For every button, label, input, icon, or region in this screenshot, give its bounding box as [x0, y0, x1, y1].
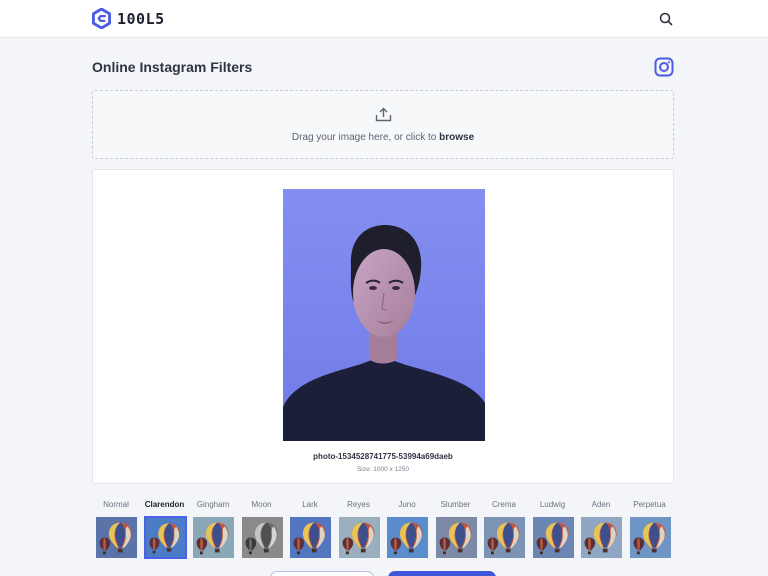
filter-slumber[interactable]: Slumber — [433, 500, 479, 562]
preview-photo — [283, 189, 485, 441]
dropzone-text: Drag your image here, or click to browse — [93, 132, 673, 143]
filter-moon[interactable]: Moon — [239, 500, 285, 562]
filter-thumbnail — [289, 516, 332, 559]
logo-link[interactable]: 100L5 — [92, 8, 165, 29]
filter-normal[interactable]: Normal — [93, 500, 139, 562]
file-name: photo-1534528741775-53994a69daeb — [313, 452, 453, 461]
filter-thumbnail — [629, 516, 672, 559]
filter-crema[interactable]: Crema — [481, 500, 527, 562]
image-preview-card: photo-1534528741775-53994a69daeb Size: 1… — [92, 169, 674, 484]
top-navbar: 100L5 — [0, 0, 768, 38]
filter-thumbnail — [483, 516, 526, 559]
filter-thumbnail — [241, 516, 284, 559]
image-dropzone[interactable]: Drag your image here, or click to browse — [92, 90, 674, 159]
page-title: Online Instagram Filters — [92, 59, 253, 75]
secondary-action-button[interactable] — [270, 571, 374, 576]
filter-thumbnail — [338, 516, 381, 559]
filter-clarendon[interactable]: Clarendon — [142, 500, 188, 562]
filter-thumbnail — [386, 516, 429, 559]
filter-thumbnail — [95, 516, 138, 559]
filter-thumbnail — [192, 516, 235, 559]
filter-thumbnail — [435, 516, 478, 559]
filter-label: Perpetua — [633, 500, 666, 509]
filter-thumbnail — [580, 516, 623, 559]
filter-thumbnail — [143, 516, 187, 559]
instagram-icon[interactable] — [654, 57, 674, 77]
filter-reyes[interactable]: Reyes — [336, 500, 382, 562]
primary-action-button[interactable] — [388, 571, 496, 576]
upload-icon — [375, 107, 392, 122]
file-size: Size: 1000 x 1250 — [356, 466, 410, 473]
filter-lark[interactable]: Lark — [287, 500, 333, 562]
dropzone-instruction: Drag your image here, or click to — [291, 132, 440, 143]
filter-juno[interactable]: Juno — [384, 500, 430, 562]
hexagon-logo-icon — [92, 8, 111, 29]
filter-ludwig[interactable]: Ludwig — [530, 500, 576, 562]
filter-gingham[interactable]: Gingham — [190, 500, 236, 562]
logo-text: 100L5 — [117, 9, 165, 28]
browse-link[interactable]: browse — [439, 132, 474, 143]
filter-aden[interactable]: Aden — [578, 500, 624, 562]
filter-perpetua[interactable]: Perpetua — [627, 500, 673, 562]
search-icon[interactable] — [658, 11, 674, 27]
filter-thumbnail — [532, 516, 575, 559]
filter-strip: Normal Clarendon Gingham Moon Lark Reyes… — [93, 500, 673, 562]
